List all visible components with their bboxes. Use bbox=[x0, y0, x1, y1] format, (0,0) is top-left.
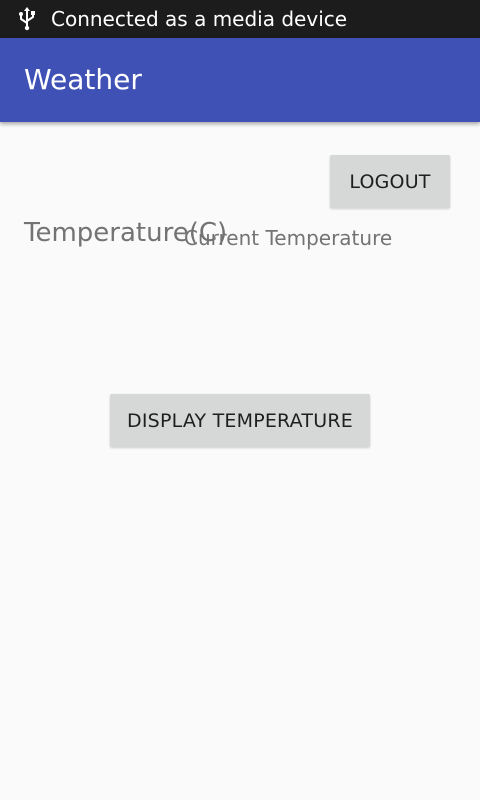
status-text: Connected as a media device bbox=[51, 7, 348, 31]
app-bar: Weather bbox=[0, 38, 480, 122]
app-title: Weather bbox=[24, 63, 142, 96]
logout-button[interactable]: LOGOUT bbox=[330, 155, 450, 208]
current-temperature-text: Current Temperature bbox=[184, 226, 393, 250]
status-bar: Connected as a media device bbox=[0, 0, 480, 38]
display-temperature-button[interactable]: DISPLAY TEMPERATURE bbox=[110, 394, 370, 447]
weather-screen: Connected as a media device Weather LOGO… bbox=[0, 0, 480, 800]
usb-icon bbox=[16, 7, 38, 31]
